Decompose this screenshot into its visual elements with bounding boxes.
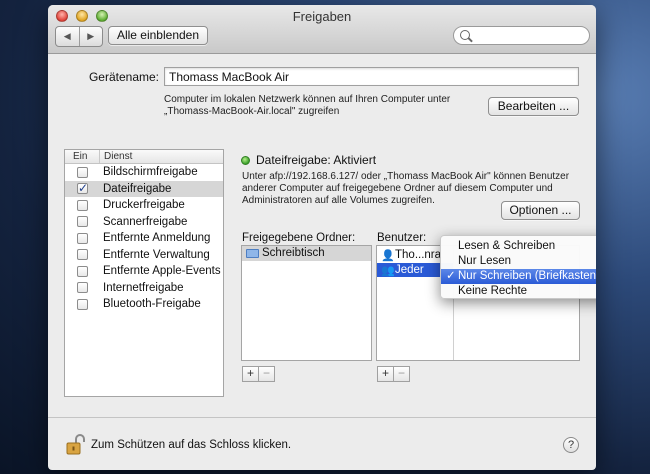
- service-checkbox[interactable]: [77, 282, 88, 293]
- user-name: Jeder: [395, 264, 424, 276]
- service-checkbox[interactable]: [77, 216, 88, 227]
- service-label: Dateifreigabe: [103, 182, 172, 195]
- permission-menu: Lesen & Schreiben Nur Lesen ✓ Nur Schreiben…: [440, 235, 596, 299]
- service-label: Druckerfreigabe: [103, 199, 185, 211]
- group-icon: 👥: [381, 265, 395, 277]
- checkmark-icon: ✓: [446, 270, 456, 282]
- services-list-header: Ein Dienst: [65, 150, 223, 164]
- folder-add-remove: + −: [242, 366, 275, 382]
- service-row[interactable]: Entfernte Verwaltung: [65, 247, 223, 264]
- sharing-window: Freigaben ◀ ▶ Alle einblenden Gerätename…: [48, 5, 596, 470]
- service-checkbox[interactable]: [77, 199, 88, 211]
- user-name: Tho...nra: [395, 249, 442, 261]
- back-forward-control: ◀ ▶: [55, 26, 103, 47]
- service-label: Bildschirmfreigabe: [103, 166, 198, 178]
- device-name-label: Gerätename:: [88, 70, 159, 84]
- window-title: Freigaben: [292, 9, 352, 24]
- menu-item-label: Nur Schreiben (Briefkasten): [458, 270, 596, 282]
- service-checkbox[interactable]: [77, 249, 88, 260]
- user-add-remove: + −: [377, 366, 410, 382]
- service-row[interactable]: Entfernte Anmeldung: [65, 230, 223, 247]
- service-row[interactable]: Entfernte Apple-Events: [65, 263, 223, 280]
- shared-folders-label: Freigegebene Ordner:: [242, 232, 356, 244]
- service-label: Entfernte Apple-Events: [103, 265, 221, 277]
- menu-item[interactable]: Nur Lesen: [441, 254, 596, 269]
- device-name-field[interactable]: Thomass MacBook Air: [164, 67, 579, 86]
- add-folder-button[interactable]: +: [243, 367, 258, 381]
- edit-button[interactable]: Bearbeiten ...: [488, 97, 579, 116]
- footer-divider: [48, 417, 596, 418]
- column-service: Dienst: [99, 150, 132, 163]
- menu-item-label: Nur Lesen: [458, 255, 512, 267]
- status-indicator-icon: [241, 156, 250, 165]
- service-label: Internetfreigabe: [103, 281, 184, 294]
- options-button[interactable]: Optionen ...: [501, 201, 580, 220]
- service-row[interactable]: Bildschirmfreigabe: [65, 164, 223, 181]
- column-on: Ein: [73, 151, 88, 162]
- service-row[interactable]: Bluetooth-Freigabe: [65, 296, 223, 313]
- title-bar: Freigaben ◀ ▶ Alle einblenden: [48, 5, 596, 54]
- search-icon: [460, 30, 470, 40]
- status-text: Dateifreigabe: Aktiviert: [256, 153, 377, 167]
- service-label: Entfernte Anmeldung: [103, 232, 211, 244]
- menu-item-label: Keine Rechte: [458, 285, 528, 297]
- list-item[interactable]: Schreibtisch: [242, 246, 371, 261]
- service-checkbox[interactable]: [77, 232, 88, 244]
- forward-arrow-icon[interactable]: ▶: [78, 27, 103, 46]
- remove-user-button[interactable]: −: [393, 367, 409, 381]
- folder-name: Schreibtisch: [262, 247, 325, 259]
- menu-item-label: Lesen & Schreiben: [458, 240, 556, 252]
- menu-item[interactable]: Lesen & Schreiben: [441, 239, 596, 254]
- service-checkbox[interactable]: [77, 298, 88, 310]
- add-user-button[interactable]: +: [378, 367, 393, 381]
- help-button[interactable]: ?: [563, 437, 579, 453]
- lock-text: Zum Schützen auf das Schloss klicken.: [91, 439, 292, 451]
- device-info-line2: „Thomass-MacBook-Air.local" zugreifen: [164, 106, 340, 117]
- lock-icon[interactable]: [66, 434, 88, 456]
- shared-folders-list: Schreibtisch: [241, 245, 372, 361]
- folder-icon: [246, 249, 259, 258]
- desc-line3: Administratoren auf alle Volumes zugreif…: [242, 195, 435, 206]
- service-row[interactable]: Druckerfreigabe: [65, 197, 223, 214]
- show-all-button[interactable]: Alle einblenden: [108, 26, 208, 45]
- service-label: Entfernte Verwaltung: [103, 248, 210, 261]
- service-checkbox[interactable]: [77, 166, 88, 178]
- service-label: Bluetooth-Freigabe: [103, 298, 201, 310]
- back-arrow-icon[interactable]: ◀: [56, 27, 79, 46]
- service-row[interactable]: Dateifreigabe: [65, 180, 223, 197]
- remove-folder-button[interactable]: −: [258, 367, 274, 381]
- services-list: Ein Dienst Bildschirmfreigabe Dateifreiga…: [64, 149, 224, 397]
- service-label: Scannerfreigabe: [103, 215, 188, 228]
- service-row[interactable]: Scannerfreigabe: [65, 214, 223, 231]
- menu-item[interactable]: ✓ Nur Schreiben (Briefkasten): [441, 269, 596, 284]
- service-checkbox[interactable]: [77, 180, 88, 197]
- service-checkbox[interactable]: [77, 265, 88, 277]
- users-label: Benutzer:: [377, 232, 427, 244]
- user-icon: 👤: [381, 250, 395, 262]
- menu-item[interactable]: Keine Rechte: [441, 284, 596, 299]
- service-row[interactable]: Internetfreigabe: [65, 280, 223, 297]
- search-input[interactable]: [453, 26, 590, 45]
